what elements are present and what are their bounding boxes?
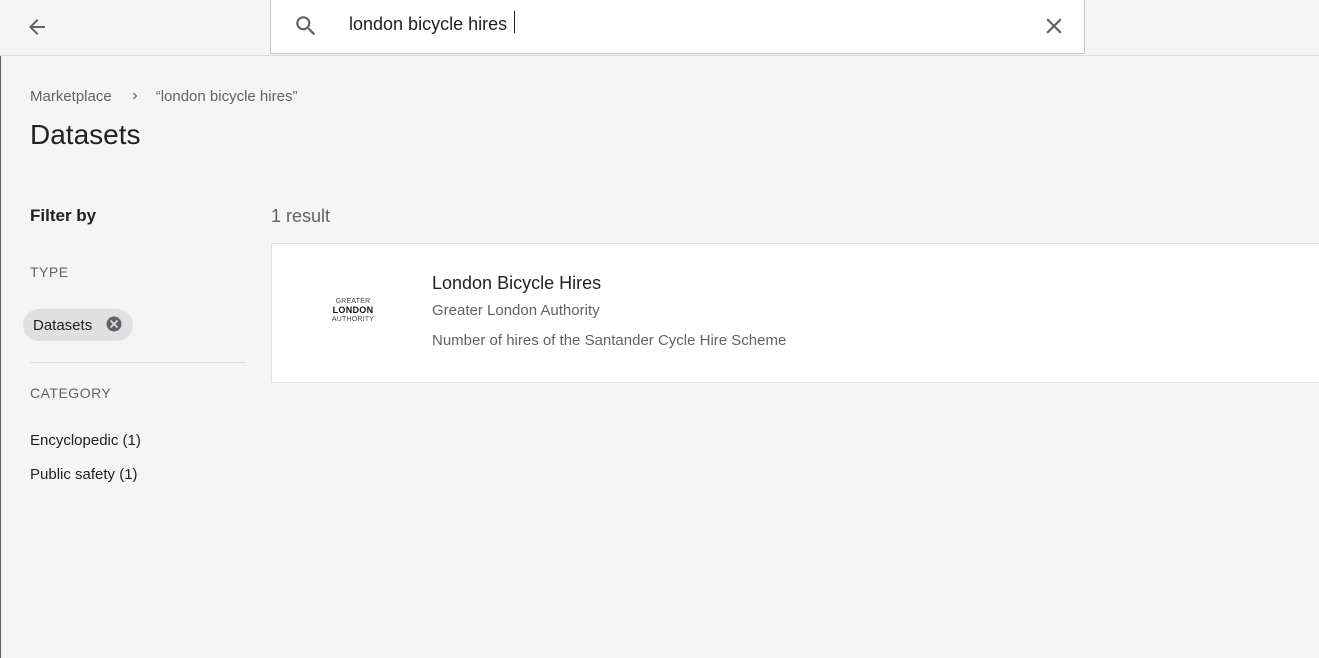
page-title: Datasets [30,119,141,150]
arrow-back-icon [29,19,45,35]
search-input[interactable] [349,9,989,39]
chevron-right-icon [128,89,142,103]
filter-divider [30,362,246,363]
window-edge [0,0,1,658]
breadcrumb-current: “london bicycle hires” [155,87,298,105]
chip-label: Datasets [33,316,93,334]
publisher-logo: GREATER LONDON AUTHORITY [330,298,376,323]
logo-text: LONDON [332,305,374,315]
result-card[interactable]: GREATER LONDON AUTHORITY London Bicycle … [271,243,1319,383]
result-publisher: Greater London Authority [432,302,600,319]
filter-title: Filter by [30,206,97,225]
back-button[interactable] [20,10,54,44]
breadcrumb: Marketplace “london bicycle hires” [30,86,297,106]
logo-text: AUTHORITY [331,316,375,323]
result-count: 1 result [271,206,331,226]
top-bar [0,0,1319,56]
page: Marketplace “london bicycle hires” Datas… [0,0,1319,658]
text-cursor [514,11,515,33]
cancel-circle-icon[interactable] [105,315,123,333]
category-item-encyclopedic[interactable]: Encyclopedic (1) [30,432,141,449]
result-title[interactable]: London Bicycle Hires [432,273,601,294]
type-filter-chip[interactable]: Datasets [23,309,133,341]
result-description: Number of hires of the Santander Cycle H… [432,332,787,349]
category-label: CATEGORY [30,385,112,401]
category-item-public-safety[interactable]: Public safety (1) [30,466,138,483]
close-icon[interactable] [1041,13,1067,39]
breadcrumb-marketplace[interactable]: Marketplace [30,88,112,105]
logo-text: GREATER [335,298,371,305]
type-label: TYPE [30,264,69,280]
search-icon [296,16,316,36]
search-box[interactable] [270,0,1085,54]
